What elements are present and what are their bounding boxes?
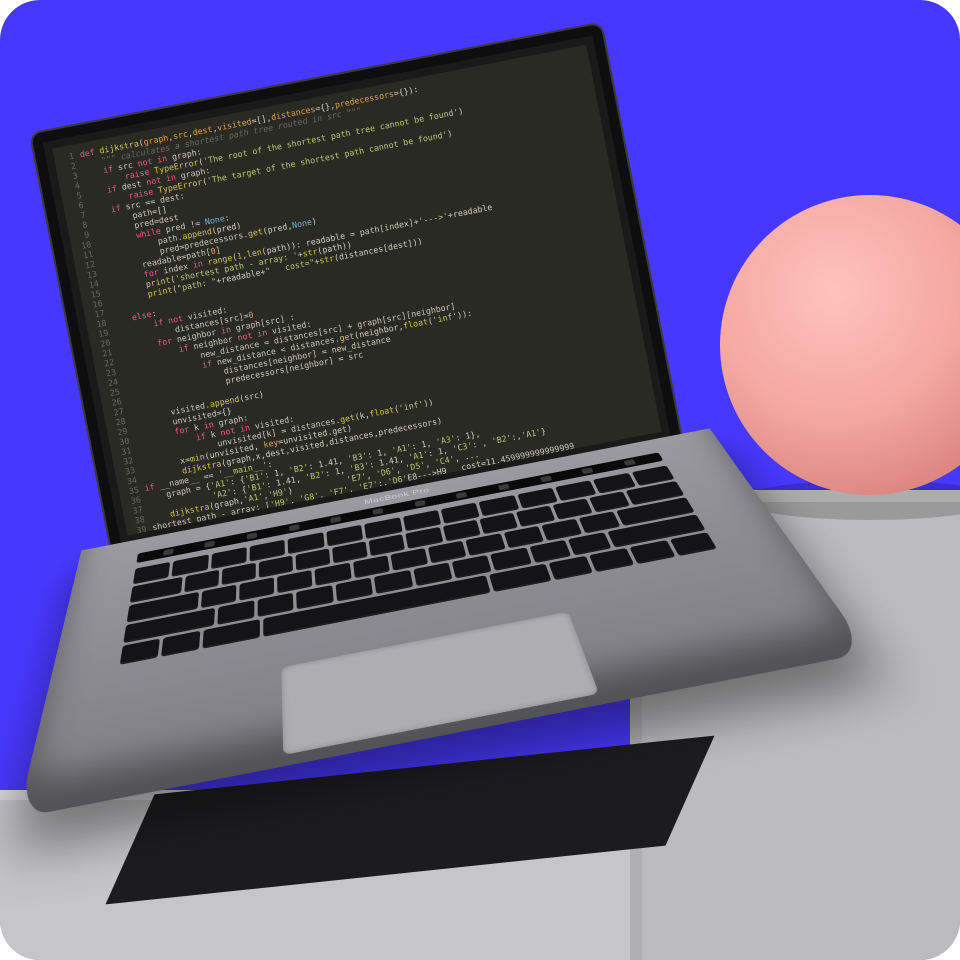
illustration-canvas: 1def dijkstra(graph,src,dest,visited=[],… [0,0,960,960]
laptop: 1def dijkstra(graph,src,dest,visited=[],… [0,0,830,921]
